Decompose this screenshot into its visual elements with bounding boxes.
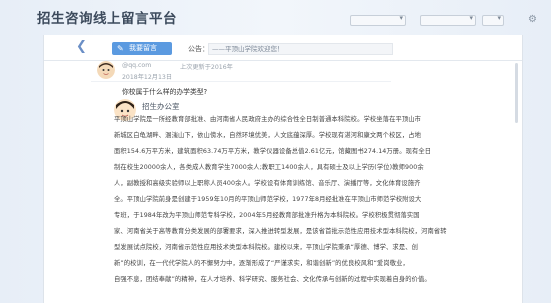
question-text: 你校属于什么样的办学类型? — [122, 88, 208, 96]
filter-select-1[interactable]: ▾ — [350, 14, 406, 26]
post-meta: 上次更新于2016年 — [180, 64, 233, 71]
reply-line: 新城区白龟湖畔、溷滍山下，依山傍水，自然环境优美，人文底蕴深厚。学校现有湛河和康… — [114, 132, 422, 139]
chevron-down-icon: ▾ — [469, 14, 473, 22]
reply-line: 人，副教授和高级实验师以上职称人员400余人。学校设有体育训练馆、音乐厅、演播厅… — [114, 180, 421, 187]
post-date: 2018年12月13日 — [122, 74, 173, 81]
reply-author: 招生办公室 — [142, 102, 180, 111]
app-title: 招生咨询线上留言平台 — [37, 11, 177, 27]
chevron-down-icon: ▾ — [399, 14, 403, 22]
notice-marquee: ——平顶山学院欢迎您！ — [208, 43, 393, 55]
panel-header: ❮ ✎ 我要留言 公告： ——平顶山学院欢迎您！ — [44, 35, 522, 61]
reply-line: 自强不息，团结奉献”的精神，在人才培养、科学研究、服务社会、文化传承与创新的过程… — [114, 276, 431, 283]
chevron-down-icon: ▾ — [497, 14, 501, 22]
post-email: @qq.com — [122, 62, 152, 69]
reply-line: 家、河南省关于高等教育分类发展的部署要求，深入推进转型发展，是该省首批示范性应用… — [114, 228, 447, 235]
leave-message-label: 我要留言 — [129, 44, 157, 52]
reply-line: 平顶山学院是一所经教育部批准、由河南省人民政府主办的综合性全日制普通本科院校。学… — [114, 116, 422, 123]
reply-line: 面积154.6万平方米，建筑面积63.74万平方米，教学仪器设备总值2.61亿元… — [114, 148, 432, 155]
user-avatar — [97, 61, 115, 79]
reply-line: 制在校生20000余人，各类成人教育学生7000余人;教职工1400余人，具有硕… — [114, 164, 424, 171]
filter-select-2[interactable]: ▾ — [420, 14, 476, 26]
edit-icon: ✎ — [117, 44, 124, 53]
filter-select-3[interactable]: ▾ — [482, 14, 504, 26]
reply-line: 专班，于1984年改为平顶山师范专科学校，2004年5月经教育部批准升格为本科院… — [114, 212, 420, 219]
reply-line: 新”的校训，在一代代学院人的不懈努力中，逐渐形成了“严谨求实，和谐创新”的优良校… — [114, 260, 409, 267]
back-icon[interactable]: ❮ — [76, 39, 87, 54]
leave-message-button[interactable]: ✎ 我要留言 — [112, 42, 172, 55]
reply-line: 型发展试点院校，河南省示范性应用技术类型本科院校。建校以来，平顶山学院秉承“厚德… — [114, 244, 419, 251]
scrollbar[interactable] — [515, 63, 518, 123]
divider — [91, 81, 391, 82]
notice-label: 公告： — [188, 45, 209, 53]
reply-line: 全。平顶山学院前身是创建于1959年10月的平顶山师范学校，1977年8月经批准… — [114, 196, 422, 203]
settings-icon[interactable]: ⚙ — [528, 14, 537, 25]
